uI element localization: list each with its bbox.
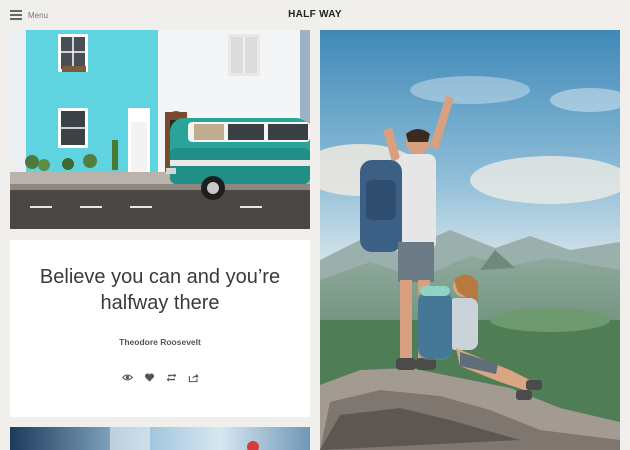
quote-text: Believe you can and you’re halfway there: [39, 266, 281, 314]
quote-card: Believe you can and you’re halfway there…: [10, 240, 310, 417]
post-actions: [10, 371, 310, 383]
site-title[interactable]: HALF WAY: [0, 9, 630, 20]
reblog-icon: [166, 372, 176, 382]
share-button[interactable]: [187, 371, 199, 383]
share-icon: [188, 373, 199, 382]
partial-photo[interactable]: [10, 427, 310, 450]
hikers-photo-image: [320, 30, 620, 450]
like-button[interactable]: [143, 371, 155, 383]
partial-photo-image: [10, 427, 310, 450]
view-button[interactable]: [121, 371, 133, 383]
reblog-button[interactable]: [165, 371, 177, 383]
street-photo-image: [10, 30, 310, 229]
quote-author: Theodore Roosevelt: [119, 337, 201, 347]
eye-icon: [121, 374, 133, 380]
top-bar: Menu HALF WAY: [0, 0, 630, 30]
heart-icon: [144, 373, 154, 382]
street-photo[interactable]: [10, 30, 310, 229]
hikers-photo[interactable]: [320, 30, 620, 450]
